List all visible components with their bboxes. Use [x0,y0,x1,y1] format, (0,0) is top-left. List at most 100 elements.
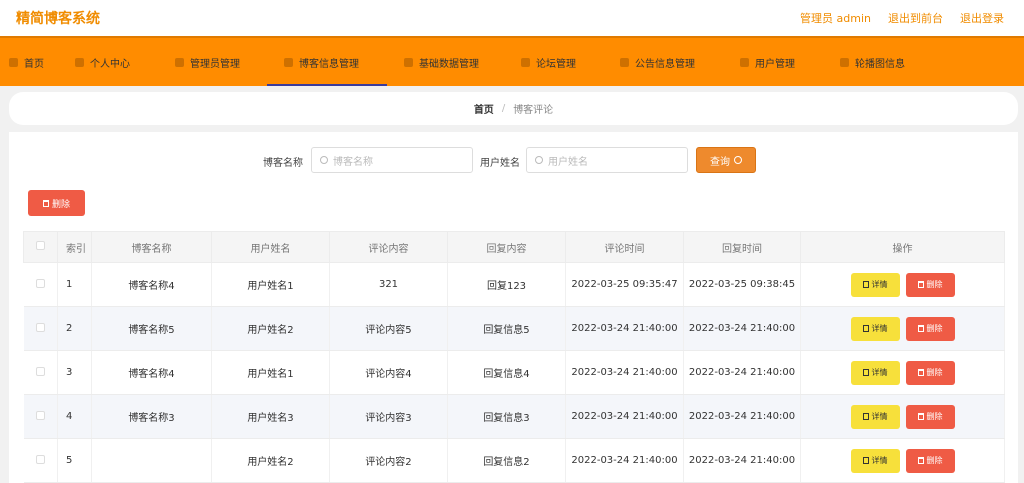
row-checkbox[interactable] [35,410,45,420]
user-icon [75,57,84,67]
breadcrumb-separator: / [501,103,506,114]
nav-item-home[interactable]: 首页 [0,38,75,86]
cell-actions: 详情 删除 [800,438,1005,483]
cell-user-name: 用户姓名1 [211,262,330,307]
cell-comment: 评论内容5 [329,306,448,351]
cell-index: 1 [57,262,92,307]
search-form: 博客名称 博客名称 用户姓名 用户姓名 查询 [9,147,1018,173]
detail-button[interactable]: 详情 [850,448,900,473]
row-checkbox[interactable] [35,322,45,332]
delete-button[interactable]: 删除 [905,272,955,297]
cell-actions: 详情 删除 [800,262,1005,307]
delete-button[interactable]: 删除 [905,404,955,429]
search-icon [734,156,742,164]
cell-reply-time: 2022-03-24 21:40:00 [683,438,801,483]
cell-blog-name: 博客名称4 [91,350,212,395]
cell-blog-name: 博客名称5 [91,306,212,351]
row-checkbox[interactable] [35,278,45,288]
cell-reply: 回复123 [447,262,566,307]
table-row: 4 博客名称3 用户姓名3 评论内容3 回复信息3 2022-03-24 21:40:00… [23,394,1005,439]
cell-reply: 回复信息5 [447,306,566,351]
cell-comment-time: 2022-03-24 21:40:00 [565,306,684,351]
document-icon [862,413,869,420]
home-icon [9,57,18,67]
row-select-cell[interactable] [23,350,58,395]
select-all-header[interactable] [23,231,58,263]
cell-reply: 回复信息3 [447,394,566,439]
nav-item-admin[interactable]: 管理员管理 [175,38,267,86]
main-nav: 首页 个人中心 管理员管理 博客信息管理 基础数据管理 论坛管理 公告信息管理 … [0,36,1024,86]
nav-item-users[interactable]: 用户管理 [723,38,823,86]
content-panel: 博客名称 博客名称 用户姓名 用户姓名 查询 删除 索引 博客名称 用户姓名 评… [9,132,1018,483]
breadcrumb-home[interactable]: 首页 [474,101,494,116]
pen-icon [521,57,530,67]
trash-icon [917,281,924,288]
box-icon [404,57,413,67]
row-checkbox[interactable] [35,366,45,376]
comments-table: 索引 博客名称 用户姓名 评论内容 回复内容 评论时间 回复时间 操作 1 博客名… [23,231,1005,483]
nav-item-notice[interactable]: 公告信息管理 [603,38,723,86]
column-header: 用户姓名 [211,231,330,263]
document-icon [862,369,869,376]
column-header: 索引 [57,231,92,263]
nav-item-basic-data[interactable]: 基础数据管理 [387,38,504,86]
row-select-cell[interactable] [23,262,58,307]
cell-reply: 回复信息2 [447,438,566,483]
cell-actions: 详情 删除 [800,306,1005,351]
row-checkbox[interactable] [35,454,45,464]
delete-button[interactable]: 删除 [905,360,955,385]
user-name-input[interactable]: 用户姓名 [526,147,688,173]
cell-comment: 321 [329,262,448,307]
cell-comment: 评论内容3 [329,394,448,439]
detail-button[interactable]: 详情 [850,360,900,385]
exit-to-frontend-link[interactable]: 退出到前台 [888,10,943,26]
column-header: 评论时间 [565,231,684,263]
cell-user-name: 用户姓名1 [211,350,330,395]
cell-user-name: 用户姓名2 [211,438,330,483]
cell-actions: 详情 删除 [800,350,1005,395]
cell-index: 4 [57,394,92,439]
cell-reply-time: 2022-03-24 21:40:00 [683,394,801,439]
admin-label[interactable]: 管理员 admin [800,10,871,26]
cell-blog-name: 博客名称4 [91,262,212,307]
cell-index: 5 [57,438,92,483]
cell-comment-time: 2022-03-25 09:35:47 [565,262,684,307]
grid-icon [284,57,293,67]
logout-link[interactable]: 退出登录 [960,10,1004,26]
search-icon [320,156,328,164]
trash-icon [917,457,924,464]
blog-name-input[interactable]: 博客名称 [311,147,473,173]
nav-item-forum[interactable]: 论坛管理 [504,38,603,86]
table-row: 2 博客名称5 用户姓名2 评论内容5 回复信息5 2022-03-24 21:40:00… [23,306,1005,351]
row-select-cell[interactable] [23,438,58,483]
row-select-cell[interactable] [23,306,58,351]
cell-comment: 评论内容2 [329,438,448,483]
batch-delete-button[interactable]: 删除 [28,190,85,216]
nav-item-blog[interactable]: 博客信息管理 [267,38,387,86]
detail-button[interactable]: 详情 [850,272,900,297]
trash-icon [42,199,49,207]
select-all-checkbox[interactable] [36,241,45,250]
document-icon [862,281,869,288]
nav-item-carousel[interactable]: 轮播图信息 [823,38,943,86]
query-button[interactable]: 查询 [696,147,756,173]
column-header: 博客名称 [91,231,212,263]
detail-button[interactable]: 详情 [850,404,900,429]
cell-blog-name [91,438,212,483]
blog-name-label: 博客名称 [263,158,303,169]
nav-item-profile[interactable]: 个人中心 [75,38,175,86]
row-select-cell[interactable] [23,394,58,439]
top-bar: 精简博客系统 管理员 admin 退出到前台 退出登录 [0,0,1024,36]
cell-user-name: 用户姓名2 [211,306,330,351]
user-name-label: 用户姓名 [480,158,520,169]
document-icon [862,325,869,332]
app-title: 精简博客系统 [16,11,100,27]
table-row: 1 博客名称4 用户姓名1 321 回复123 2022-03-25 09:35:47 20… [23,262,1005,307]
delete-button[interactable]: 删除 [905,316,955,341]
trash-icon [917,413,924,420]
detail-button[interactable]: 详情 [850,316,900,341]
cell-user-name: 用户姓名3 [211,394,330,439]
card-icon [740,57,749,67]
cell-comment-time: 2022-03-24 21:40:00 [565,394,684,439]
delete-button[interactable]: 删除 [905,448,955,473]
